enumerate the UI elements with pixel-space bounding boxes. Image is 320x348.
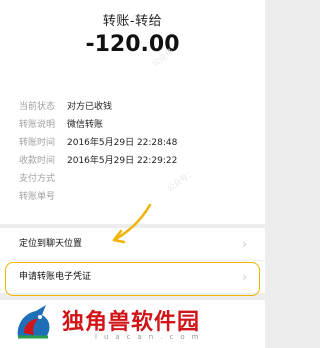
brand-name: 独角兽软件园: [62, 310, 201, 335]
brand-domain: luacan.com: [95, 333, 206, 341]
unicorn-logo-icon: [17, 305, 50, 339]
annotation-arrow-icon: [112, 203, 152, 244]
brand-banner: 独角兽软件园 luacan.com: [0, 300, 265, 348]
